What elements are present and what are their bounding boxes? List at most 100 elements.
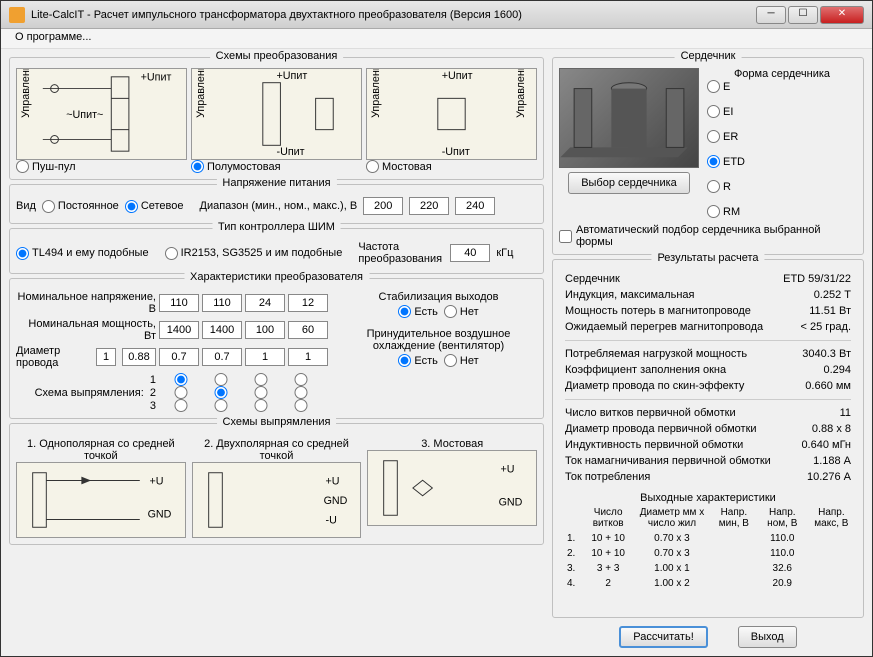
svg-text:Управление: Управление xyxy=(20,69,32,118)
shape-rm[interactable]: RM xyxy=(707,205,857,218)
rect1-image: +U GND xyxy=(16,462,186,538)
svg-text:+U: +U xyxy=(325,475,339,487)
radio-tl494[interactable]: TL494 и ему подобные xyxy=(16,247,149,260)
rect-r2c1[interactable] xyxy=(166,386,196,399)
input-nv1[interactable] xyxy=(159,294,199,312)
calc-button[interactable]: Рассчитать! xyxy=(619,626,707,648)
svg-text:+U: +U xyxy=(501,463,515,475)
rect-r2c4[interactable] xyxy=(286,386,316,399)
rect-r3c3[interactable] xyxy=(246,399,276,412)
result-label: Сердечник xyxy=(561,272,777,286)
input-nv4[interactable] xyxy=(288,294,328,312)
shape-r[interactable]: R xyxy=(707,180,857,193)
psu-range-label: Диапазон (мин., ном., макс.), В xyxy=(200,200,358,212)
rect3-image: +U GND xyxy=(367,450,537,526)
input-d4[interactable] xyxy=(288,348,328,366)
nomp-label: Номинальная мощность, Вт xyxy=(16,318,156,342)
input-np2[interactable] xyxy=(202,321,242,339)
result-label: Диаметр провода по скин-эффекту xyxy=(561,379,777,393)
pwm-freq-unit: кГц xyxy=(496,247,513,259)
radio-ac[interactable]: Сетевое xyxy=(125,200,184,213)
group-pwm-title: Тип контроллера ШИМ xyxy=(212,221,341,233)
radio-fullbridge[interactable]: Мостовая xyxy=(366,160,537,173)
result-value: 0.294 xyxy=(779,363,855,377)
results-table: СердечникETD 59/31/22Индукция, максималь… xyxy=(559,270,857,486)
pwm-freq-label: Частота преобразования xyxy=(358,241,444,265)
minimize-button[interactable]: ─ xyxy=(756,6,786,24)
svg-text:GND: GND xyxy=(148,509,172,521)
radio-dc[interactable]: Постоянное xyxy=(42,200,119,213)
psu-kind-label: Вид xyxy=(16,200,36,212)
rect-r3c2[interactable] xyxy=(206,399,236,412)
rect-r2c2[interactable] xyxy=(206,386,236,399)
input-d2[interactable] xyxy=(202,348,242,366)
svg-text:Управление: Управление xyxy=(370,69,382,118)
core-image xyxy=(559,68,699,168)
group-pwm: Тип контроллера ШИМ TL494 и ему подобные… xyxy=(9,228,544,274)
menubar: О программе... xyxy=(1,29,872,49)
scheme-pushpull-image: Управление +Uпит ~Uпит~ xyxy=(16,68,187,160)
svg-text:+Uпит: +Uпит xyxy=(141,72,172,84)
group-core-title: Сердечник xyxy=(675,50,742,62)
input-freq[interactable] xyxy=(450,244,490,262)
wd-label: Диаметр провода xyxy=(16,345,90,369)
svg-text:-Uпит: -Uпит xyxy=(277,146,305,158)
group-results-title: Результаты расчета xyxy=(651,252,764,264)
svg-text:Управление: Управление xyxy=(515,69,527,118)
radio-stab-yes[interactable]: Есть xyxy=(398,305,437,318)
rect-r1c4[interactable] xyxy=(286,373,316,386)
input-nv2[interactable] xyxy=(202,294,242,312)
svg-text:+U: +U xyxy=(150,475,164,487)
radio-halfbridge[interactable]: Полумостовая xyxy=(191,160,362,173)
titlebar[interactable]: Lite-CalcIT - Расчет импульсного трансфо… xyxy=(1,1,872,29)
check-auto-core[interactable] xyxy=(559,230,572,243)
input-wd-d[interactable] xyxy=(122,348,156,366)
maximize-button[interactable]: ☐ xyxy=(788,6,818,24)
input-np4[interactable] xyxy=(288,321,328,339)
rect-r1c2[interactable] xyxy=(206,373,236,386)
shape-ei[interactable]: EI xyxy=(707,105,857,118)
radio-stab-no[interactable]: Нет xyxy=(444,305,479,318)
rect-r1c1[interactable] xyxy=(166,373,196,386)
input-np3[interactable] xyxy=(245,321,285,339)
close-button[interactable]: ✕ xyxy=(820,6,864,24)
radio-cool-yes[interactable]: Есть xyxy=(398,354,437,367)
input-np1[interactable] xyxy=(159,321,199,339)
result-value: ETD 59/31/22 xyxy=(779,272,855,286)
input-nv3[interactable] xyxy=(245,294,285,312)
rect-r3c4[interactable] xyxy=(286,399,316,412)
rect1-label: 1. Однополярная со средней точкой xyxy=(16,438,186,462)
radio-ir2153[interactable]: IR2153, SG3525 и им подобные xyxy=(165,247,343,260)
rect-r1c3[interactable] xyxy=(246,373,276,386)
group-psu: Напряжение питания Вид Постоянное Сетево… xyxy=(9,184,544,224)
radio-pushpull[interactable]: Пуш-пул xyxy=(16,160,187,173)
result-label: Мощность потерь в магнитопроводе xyxy=(561,304,777,318)
menu-about[interactable]: О программе... xyxy=(9,29,97,45)
result-value: 0.660 мм xyxy=(779,379,855,393)
exit-button[interactable]: Выход xyxy=(738,626,797,648)
input-d3[interactable] xyxy=(245,348,285,366)
input-vnom[interactable] xyxy=(409,197,449,215)
result-value: 11.51 Вт xyxy=(779,304,855,318)
rect-r3c1[interactable] xyxy=(166,399,196,412)
svg-text:-Uпит: -Uпит xyxy=(442,146,470,158)
auto-core-label: Автоматический подбор сердечника выбранн… xyxy=(576,224,857,248)
result-value: 10.276 А xyxy=(779,470,855,484)
input-d1[interactable] xyxy=(159,348,199,366)
radio-cool-no[interactable]: Нет xyxy=(444,354,479,367)
result-value: 3040.3 Вт xyxy=(779,347,855,361)
group-rects: Схемы выпрямления 1. Однополярная со сре… xyxy=(9,423,544,545)
shape-e[interactable]: E xyxy=(707,80,857,93)
input-vmax[interactable] xyxy=(455,197,495,215)
group-core: Сердечник Вы xyxy=(552,57,864,255)
input-wd-n[interactable] xyxy=(96,348,116,366)
shape-er[interactable]: ER xyxy=(707,130,857,143)
input-vmin[interactable] xyxy=(363,197,403,215)
result-value: 0.252 Т xyxy=(779,288,855,302)
shape-etd[interactable]: ETD xyxy=(707,155,857,168)
svg-text:GND: GND xyxy=(499,497,523,509)
rect-r2c3[interactable] xyxy=(246,386,276,399)
select-core-button[interactable]: Выбор сердечника xyxy=(568,172,690,194)
stab-label: Стабилизация выходов xyxy=(340,291,537,303)
window-title: Lite-CalcIT - Расчет импульсного трансфо… xyxy=(31,9,756,21)
